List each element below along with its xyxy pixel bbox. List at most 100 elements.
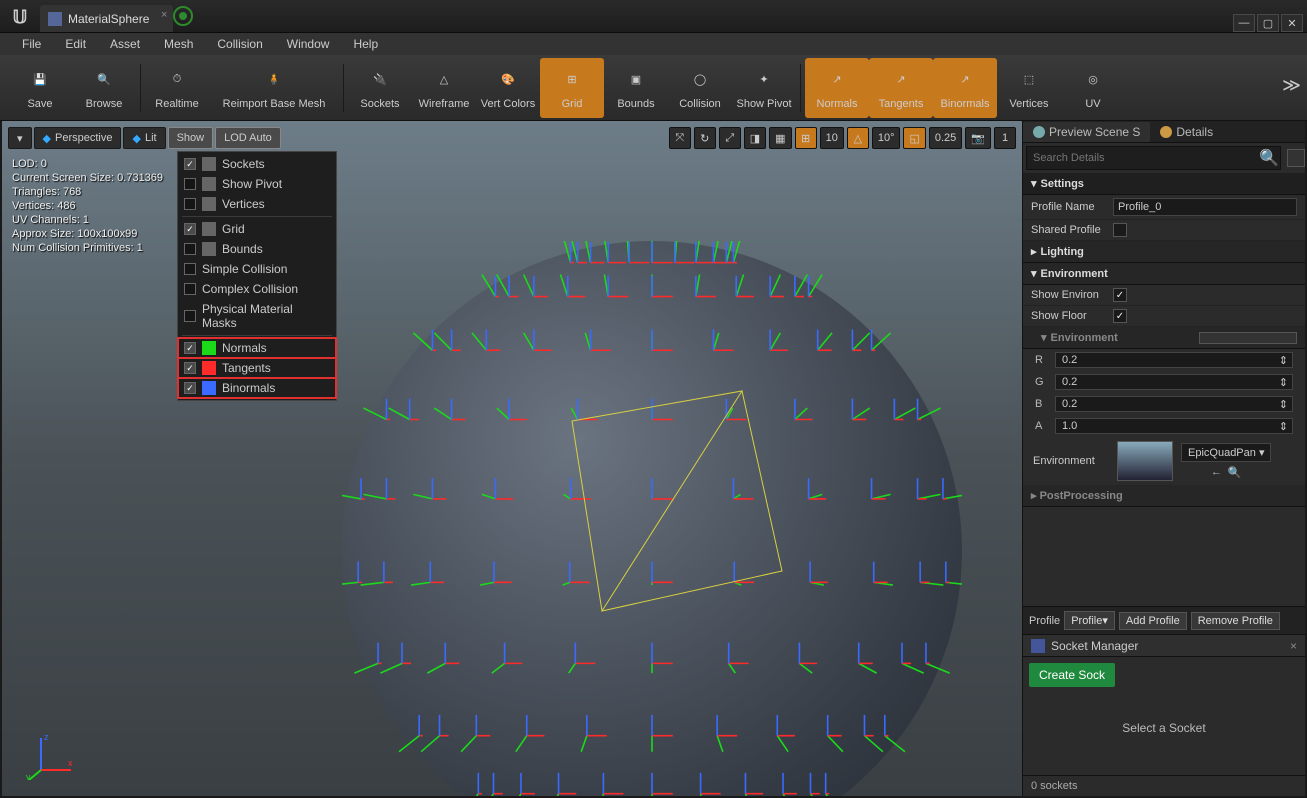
lod-button[interactable]: LOD Auto [215, 127, 281, 149]
show-menu-grid[interactable]: ✓Grid [178, 219, 336, 239]
toolbar-normals[interactable]: ↗Normals [805, 58, 869, 118]
show-environment-checkbox[interactable] [1113, 288, 1127, 302]
close-button[interactable]: ✕ [1281, 14, 1303, 32]
category-lighting[interactable]: ▸ Lighting [1023, 241, 1305, 263]
grid-snap-button[interactable]: ⊞ [795, 127, 817, 149]
tab-details[interactable]: Details [1150, 122, 1223, 142]
checkbox[interactable] [184, 310, 196, 322]
toolbar-save[interactable]: 💾Save [8, 58, 72, 118]
checkbox[interactable] [184, 283, 196, 295]
checkbox[interactable]: ✓ [184, 362, 196, 374]
close-icon[interactable]: × [1290, 639, 1297, 653]
camera-speed-button[interactable]: 📷 [965, 127, 991, 149]
add-profile-button[interactable]: Add Profile [1119, 612, 1187, 630]
camera-speed-value[interactable]: 1 [994, 127, 1016, 149]
show-menu-show-pivot[interactable]: Show Pivot [178, 174, 336, 194]
toolbar-binormals[interactable]: ↗Binormals [933, 58, 997, 118]
b-slider[interactable]: 0.2⇕ [1055, 396, 1293, 412]
g-slider[interactable]: 0.2⇕ [1055, 374, 1293, 390]
angle-snap-value[interactable]: 10° [872, 127, 901, 149]
toolbar-vertices[interactable]: ⬚Vertices [997, 58, 1061, 118]
checkbox[interactable] [184, 178, 196, 190]
lit-button[interactable]: ◆Lit [123, 127, 165, 149]
viewport-options-button[interactable]: ▾ [8, 127, 32, 149]
overflow-icon[interactable]: ≫ [1282, 75, 1301, 96]
environment-thumbnail[interactable] [1117, 441, 1173, 481]
category-env-color[interactable]: ▾ Environment [1023, 327, 1305, 349]
toolbar-bounds[interactable]: ▣Bounds [604, 58, 668, 118]
toolbar-wireframe[interactable]: △Wireframe [412, 58, 476, 118]
a-slider[interactable]: 1.0⇕ [1055, 418, 1293, 434]
scale-mode-button[interactable]: ⤢ [719, 127, 741, 149]
menu-asset[interactable]: Asset [98, 34, 152, 54]
search-icon[interactable]: 🔍 [1258, 148, 1280, 168]
viewport[interactable]: ▾ ◆Perspective ◆Lit Show LOD Auto ⤧ ↻ ⤢ … [2, 121, 1022, 796]
menu-mesh[interactable]: Mesh [152, 34, 205, 54]
menu-edit[interactable]: Edit [53, 34, 98, 54]
search-input[interactable] [1027, 152, 1258, 164]
environment-dropdown[interactable]: EpicQuadPan ▾ [1181, 443, 1271, 462]
grid-snap-value[interactable]: 10 [820, 127, 844, 149]
checkbox[interactable]: ✓ [184, 223, 196, 235]
show-menu-binormals[interactable]: ✓Binormals [178, 378, 336, 398]
show-menu-vertices[interactable]: Vertices [178, 194, 336, 214]
show-menu-sockets[interactable]: ✓Sockets [178, 154, 336, 174]
surface-snap-button[interactable]: ▦ [769, 127, 791, 149]
checkbox[interactable] [184, 198, 196, 210]
show-floor-checkbox[interactable] [1113, 309, 1127, 323]
toolbar-reimport-base-mesh[interactable]: 🧍Reimport Base Mesh [209, 58, 339, 118]
show-menu-simple-collision[interactable]: Simple Collision [178, 259, 336, 279]
toolbar-vert-colors[interactable]: 🎨Vert Colors [476, 58, 540, 118]
perspective-button[interactable]: ◆Perspective [34, 127, 122, 149]
browse-asset-icon[interactable]: ← [1211, 466, 1222, 479]
profile-name-input[interactable] [1113, 198, 1297, 216]
toolbar-grid[interactable]: ⊞Grid [540, 58, 604, 118]
checkbox[interactable] [184, 243, 196, 255]
create-socket-button[interactable]: Create Sock [1029, 663, 1115, 687]
show-menu-normals[interactable]: ✓Normals [178, 338, 336, 358]
profile-dropdown[interactable]: Profile▾ [1064, 611, 1115, 630]
menu-window[interactable]: Window [275, 34, 342, 54]
tab-socket-manager[interactable]: Socket Manager × [1023, 635, 1305, 657]
show-menu-bounds[interactable]: Bounds [178, 239, 336, 259]
menu-collision[interactable]: Collision [205, 34, 274, 54]
toolbar-show-pivot[interactable]: ✦Show Pivot [732, 58, 796, 118]
shared-profile-checkbox[interactable] [1113, 223, 1127, 237]
toolbar-tangents[interactable]: ↗Tangents [869, 58, 933, 118]
checkbox[interactable]: ✓ [184, 382, 196, 394]
checkbox[interactable]: ✓ [184, 342, 196, 354]
find-asset-icon[interactable]: 🔍 [1228, 466, 1242, 479]
scale-snap-value[interactable]: 0.25 [929, 127, 962, 149]
category-environment[interactable]: ▾ Environment [1023, 263, 1305, 285]
show-button[interactable]: Show [168, 127, 214, 149]
category-settings[interactable]: ▾ Settings [1023, 173, 1305, 195]
remove-profile-button[interactable]: Remove Profile [1191, 612, 1280, 630]
menu-file[interactable]: File [10, 34, 53, 54]
tab-preview-scene[interactable]: Preview Scene S [1023, 122, 1150, 142]
category-postprocess[interactable]: ▸ PostProcessing [1023, 485, 1305, 507]
scale-snap-button[interactable]: ◱ [903, 127, 925, 149]
transform-mode-button[interactable]: ⤧ [669, 127, 691, 149]
toolbar-browse[interactable]: 🔍Browse [72, 58, 136, 118]
toolbar-uv[interactable]: ◎UV [1061, 58, 1125, 118]
show-menu-physical-material-masks[interactable]: Physical Material Masks [178, 299, 336, 333]
document-tab[interactable]: MaterialSphere × [40, 5, 173, 32]
toolbar-collision[interactable]: ◯Collision [668, 58, 732, 118]
show-menu-tangents[interactable]: ✓Tangents [178, 358, 336, 378]
source-control-icon[interactable] [173, 6, 193, 26]
toolbar-sockets[interactable]: 🔌Sockets [348, 58, 412, 118]
angle-snap-button[interactable]: △ [847, 127, 869, 149]
checkbox[interactable]: ✓ [184, 158, 196, 170]
toolbar-realtime[interactable]: ⏱Realtime [145, 58, 209, 118]
menu-help[interactable]: Help [341, 34, 390, 54]
close-icon[interactable]: × [161, 9, 167, 21]
checkbox[interactable] [184, 263, 196, 275]
maximize-button[interactable]: ▢ [1257, 14, 1279, 32]
show-menu-complex-collision[interactable]: Complex Collision [178, 279, 336, 299]
r-slider[interactable]: 0.2⇕ [1055, 352, 1293, 368]
minimize-button[interactable]: — [1233, 14, 1255, 32]
world-local-button[interactable]: ◨ [744, 127, 766, 149]
color-swatch[interactable] [1199, 332, 1297, 344]
settings-icon[interactable] [1287, 149, 1305, 167]
rotate-mode-button[interactable]: ↻ [694, 127, 716, 149]
